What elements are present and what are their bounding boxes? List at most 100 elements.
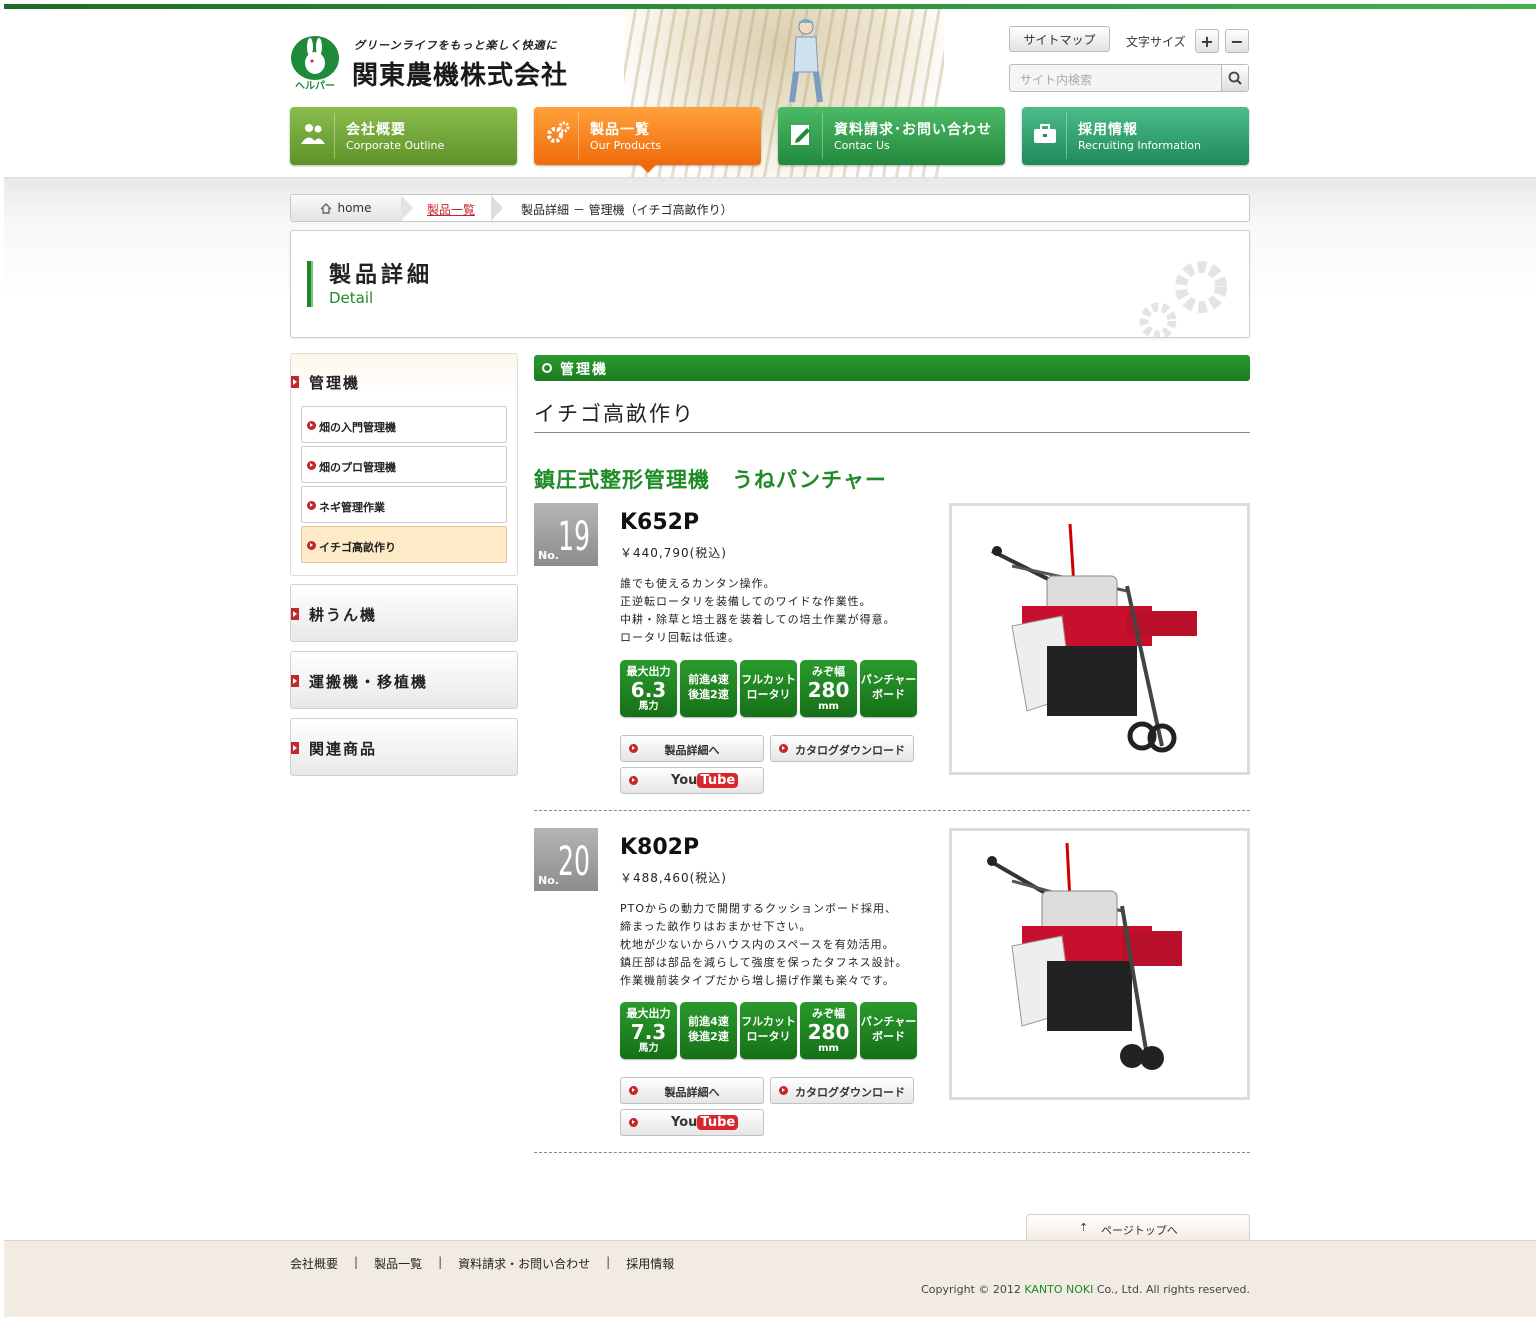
nav-separator [578, 113, 579, 159]
feature-line: ボード [872, 688, 905, 701]
feature-value: 280 [807, 678, 850, 702]
sidebar-item-strawberry[interactable]: イチゴ高畝作り [301, 526, 507, 563]
sidebar-item-negi[interactable]: ネギ管理作業 [301, 486, 507, 523]
desc-line: PTOからの動力で開閉するクッションボード採用、 [620, 902, 898, 915]
nav-recruiting[interactable]: 採用情報 Recruiting Information [1022, 107, 1249, 165]
feature-badge-power: 最大出力 6.3 馬力 [620, 660, 677, 717]
nav-label-en: Recruiting Information [1078, 139, 1202, 152]
sidebar-item-related[interactable]: 関連商品 [290, 718, 518, 776]
feature-line: フルカット [741, 673, 796, 686]
site-search-input[interactable]: サイト内検索 [1009, 64, 1249, 92]
sidebar-heading[interactable]: 管理機 [309, 372, 360, 393]
gear-icon [547, 121, 570, 143]
catalog-download-button[interactable]: カタログダウンロード [770, 735, 914, 762]
search-icon [1228, 71, 1242, 85]
search-button[interactable] [1221, 65, 1248, 91]
product-divider [534, 1152, 1250, 1153]
youtube-button[interactable]: You Tube [620, 1109, 764, 1136]
feature-line: パンチャー [860, 1015, 917, 1028]
red-marker-icon [291, 675, 299, 687]
red-marker-icon [291, 742, 299, 754]
page-title: 製品詳細 [329, 263, 434, 288]
red-marker-icon [291, 376, 299, 388]
sitemap-button[interactable]: サイトマップ [1009, 26, 1110, 52]
catalog-download-button[interactable]: カタログダウンロード [770, 1077, 914, 1104]
feature-label: 最大出力 [626, 1007, 671, 1020]
nav-label-en: Our Products [590, 139, 662, 152]
nav-contact-us[interactable]: 資料請求･お問い合わせ Contac Us [778, 107, 1005, 165]
nav-our-products[interactable]: 製品一覧 Our Products [534, 107, 761, 173]
feature-label: みぞ幅 [812, 1007, 845, 1020]
footer-link-corporate[interactable]: 会社概要 [290, 1255, 338, 1272]
desc-line: 締まった畝作りはおまかせ下さい。 [620, 920, 812, 933]
product-divider [534, 810, 1250, 811]
feature-unit: 馬力 [638, 1043, 659, 1054]
feature-line: ロータリ [746, 688, 791, 701]
arrow-circle-icon [307, 421, 316, 430]
product-number: 20 [558, 839, 591, 885]
font-size-decrease-button[interactable]: − [1225, 29, 1249, 53]
arrow-circle-icon [629, 1118, 638, 1127]
sidebar-item-label: 畑のプロ管理機 [319, 461, 396, 474]
page-top-button[interactable]: ⇡ ページトップへ [1026, 1214, 1250, 1242]
sidebar-heading: 運搬機・移植機 [309, 673, 429, 691]
company-name[interactable]: 関東農機株式会社 [352, 55, 568, 92]
desc-line: 正逆転ロータリを装備してのワイドな作業性。 [620, 595, 872, 608]
sidebar-item-label: 畑の入門管理機 [319, 421, 396, 434]
footer-link-contact[interactable]: 資料請求・お問い合わせ [458, 1255, 590, 1272]
feature-line: フルカット [741, 1015, 796, 1028]
sidebar-item-beginner[interactable]: 畑の入門管理機 [301, 406, 507, 443]
footer-link-products[interactable]: 製品一覧 [374, 1255, 422, 1272]
feature-line: 後進2速 [688, 1030, 729, 1043]
people-icon [301, 124, 325, 144]
feature-badge-gears: 前進4速 後進2速 [680, 1002, 737, 1059]
tagline: グリーンライフをもっと楽しく快適に [354, 39, 558, 52]
feature-line: パンチャー [860, 673, 917, 686]
sidebar-item-pro[interactable]: 畑のプロ管理機 [301, 446, 507, 483]
cultivator-machine-image [991, 523, 1197, 753]
product-price: ￥488,460(税込) [620, 871, 727, 885]
desc-line: 誰でも使えるカンタン操作。 [620, 577, 776, 590]
desc-line: 枕地が少ないからハウス内のスペースを有効活用。 [620, 938, 895, 951]
section-title: イチゴ高畝作り [534, 402, 695, 426]
series-title: 鎮圧式整形管理機 うねパンチャー [534, 468, 887, 492]
font-size-increase-button[interactable]: + [1195, 29, 1219, 53]
sidebar-item-tiller[interactable]: 耕うん機 [290, 584, 518, 642]
briefcase-icon [1034, 124, 1056, 143]
feature-value: 280 [807, 1020, 850, 1044]
breadcrumb-current: 製品詳細 － 管理機（イチゴ高畝作り） [521, 203, 733, 217]
footer-link-recruit[interactable]: 採用情報 [626, 1255, 674, 1272]
product-image [949, 828, 1250, 1100]
youtube-button[interactable]: You Tube [620, 767, 764, 794]
product-detail-button[interactable]: 製品詳細へ [620, 735, 764, 762]
feature-label: 最大出力 [626, 665, 671, 678]
feature-unit: mm [818, 701, 839, 712]
page-top-label: ページトップへ [1101, 1224, 1178, 1237]
breadcrumb-home[interactable]: home [291, 195, 401, 221]
arrow-up-icon: ⇡ [1079, 1221, 1089, 1234]
product-detail-button[interactable]: 製品詳細へ [620, 1077, 764, 1104]
feature-badge-board: パンチャー ボード [860, 1002, 917, 1059]
search-placeholder: サイト内検索 [1020, 73, 1093, 87]
footer-separator: | [606, 1255, 611, 1269]
nav-label-jp: 採用情報 [1078, 122, 1138, 138]
breadcrumb-chevron [401, 195, 413, 221]
nav-corporate-outline[interactable]: 会社概要 Corporate Outline [290, 107, 517, 165]
product-model: K652P [620, 510, 700, 535]
nav-label-en: Corporate Outline [346, 139, 445, 152]
product-number-badge: No. 19 [534, 503, 598, 566]
sidebar-item-transport[interactable]: 運搬機・移植機 [290, 651, 518, 709]
logo-text: ヘルパー [295, 80, 335, 91]
arrow-circle-icon [307, 461, 316, 470]
sidebar-heading: 耕うん機 [309, 606, 378, 624]
nav-label-jp: 会社概要 [346, 122, 406, 138]
feature-label: みぞ幅 [812, 665, 845, 678]
circle-bullet-icon [542, 363, 552, 373]
divider [534, 432, 1250, 433]
feature-badge-board: パンチャー ボード [860, 660, 917, 717]
breadcrumb-products[interactable]: 製品一覧 [427, 201, 475, 218]
breadcrumb-chevron [491, 195, 503, 221]
sidebar-section-kanriki: 管理機 畑の入門管理機 畑のプロ管理機 ネギ管理作業 イチゴ高畝作り [290, 353, 518, 576]
youtube-tube: Tube [697, 773, 739, 788]
feature-badge-power: 最大出力 7.3 馬力 [620, 1002, 677, 1059]
